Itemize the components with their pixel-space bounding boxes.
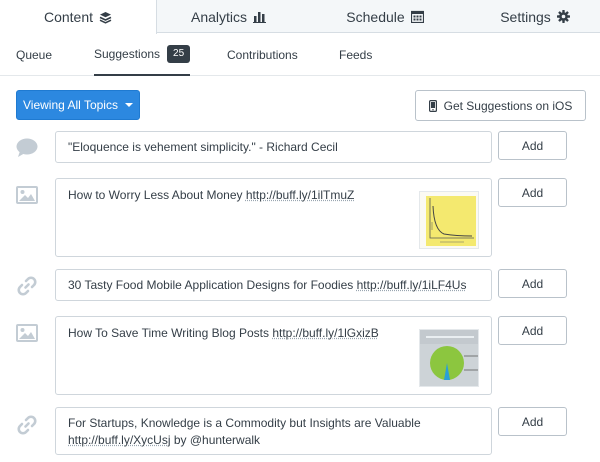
calendar-icon: [410, 10, 424, 23]
suggestion-title: 30 Tasty Food Mobile Application Designs…: [68, 278, 357, 292]
subtab-contributions-label: Contributions: [227, 48, 298, 62]
add-button-label: Add: [521, 276, 544, 291]
viewing-topics-label: Viewing All Topics: [23, 98, 118, 112]
suggestion-link[interactable]: http://buff.ly/1lGxizB: [272, 326, 379, 340]
add-button[interactable]: Add: [498, 316, 567, 345]
link-icon: [16, 275, 38, 297]
gear-icon: [556, 10, 570, 23]
suggestion-text: How to Worry Less About Money http://buf…: [68, 187, 411, 204]
suggestion-card[interactable]: 30 Tasty Food Mobile Application Designs…: [55, 269, 492, 301]
mobile-phone-icon: [428, 99, 437, 112]
tab-schedule-label: Schedule: [346, 8, 405, 25]
subtab-suggestions[interactable]: Suggestions 25: [94, 34, 191, 76]
image-icon: [16, 184, 38, 206]
add-button-label: Add: [521, 414, 544, 429]
suggestion-thumbnail: [419, 329, 479, 387]
suggestion-card[interactable]: "Eloquence is vehement simplicity." - Ri…: [55, 131, 492, 163]
subtab-feeds[interactable]: Feeds: [339, 34, 372, 76]
suggestion-title: How To Save Time Writing Blog Posts: [68, 326, 273, 340]
suggestion-card[interactable]: How to Worry Less About Money http://buf…: [55, 178, 492, 257]
subtab-feeds-label: Feeds: [339, 48, 373, 62]
suggestion-text: For Startups, Knowledge is a Commodity b…: [68, 415, 479, 449]
tab-settings-label: Settings: [500, 8, 551, 25]
add-button-label: Add: [521, 323, 544, 338]
tab-content[interactable]: Content: [0, 0, 157, 34]
add-button[interactable]: Add: [498, 407, 567, 436]
suggestion-thumbnail: [419, 191, 479, 249]
subtab-suggestions-label: Suggestions: [94, 47, 161, 61]
tab-schedule[interactable]: Schedule: [300, 0, 470, 33]
image-icon: [16, 322, 38, 344]
sub-nav: Queue Suggestions 25 Contributions Feeds: [0, 34, 600, 76]
suggestions-count-badge: 25: [167, 45, 191, 63]
tab-analytics[interactable]: Analytics: [157, 0, 300, 33]
subtab-contributions[interactable]: Contributions: [227, 34, 298, 76]
suggestion-author: by @hunterwalk: [170, 433, 261, 447]
suggestion-card[interactable]: How To Save Time Writing Blog Posts http…: [55, 316, 492, 395]
suggestion-link[interactable]: http://buff.ly/XycUsj: [68, 433, 171, 447]
suggestion-card[interactable]: For Startups, Knowledge is a Commodity b…: [55, 407, 492, 455]
caret-down-icon: [124, 103, 133, 107]
bar-chart-icon: [253, 11, 267, 23]
suggestion-title: For Startups, Knowledge is a Commodity b…: [68, 416, 421, 430]
add-button[interactable]: Add: [498, 269, 567, 298]
get-suggestions-ios-button[interactable]: Get Suggestions on iOS: [415, 90, 586, 121]
subtab-queue-label: Queue: [16, 48, 53, 62]
suggestion-text: "Eloquence is vehement simplicity." - Ri…: [68, 140, 338, 154]
tab-settings[interactable]: Settings: [470, 0, 600, 33]
suggestion-text: 30 Tasty Food Mobile Application Designs…: [68, 277, 479, 294]
suggestion-text: How To Save Time Writing Blog Posts http…: [68, 325, 411, 342]
layers-icon: [99, 11, 112, 24]
link-icon: [16, 414, 38, 436]
subtab-queue[interactable]: Queue: [16, 34, 52, 76]
viewing-topics-dropdown[interactable]: Viewing All Topics: [16, 90, 140, 120]
add-button[interactable]: Add: [498, 131, 567, 160]
add-button-label: Add: [521, 138, 544, 153]
get-suggestions-ios-label: Get Suggestions on iOS: [443, 98, 573, 113]
suggestion-title: How to Worry Less About Money: [68, 188, 246, 202]
tab-content-label: Content: [43, 9, 94, 25]
main-nav: Content Analytics Schedule Settings: [0, 0, 600, 34]
suggestion-link[interactable]: http://buff.ly/1iLF4Us: [357, 278, 467, 292]
tab-analytics-label: Analytics: [190, 8, 248, 25]
add-button-label: Add: [521, 185, 544, 200]
quote-icon: [16, 137, 38, 159]
suggestion-link[interactable]: http://buff.ly/1ilTmuZ: [246, 188, 355, 202]
add-button[interactable]: Add: [498, 178, 567, 207]
